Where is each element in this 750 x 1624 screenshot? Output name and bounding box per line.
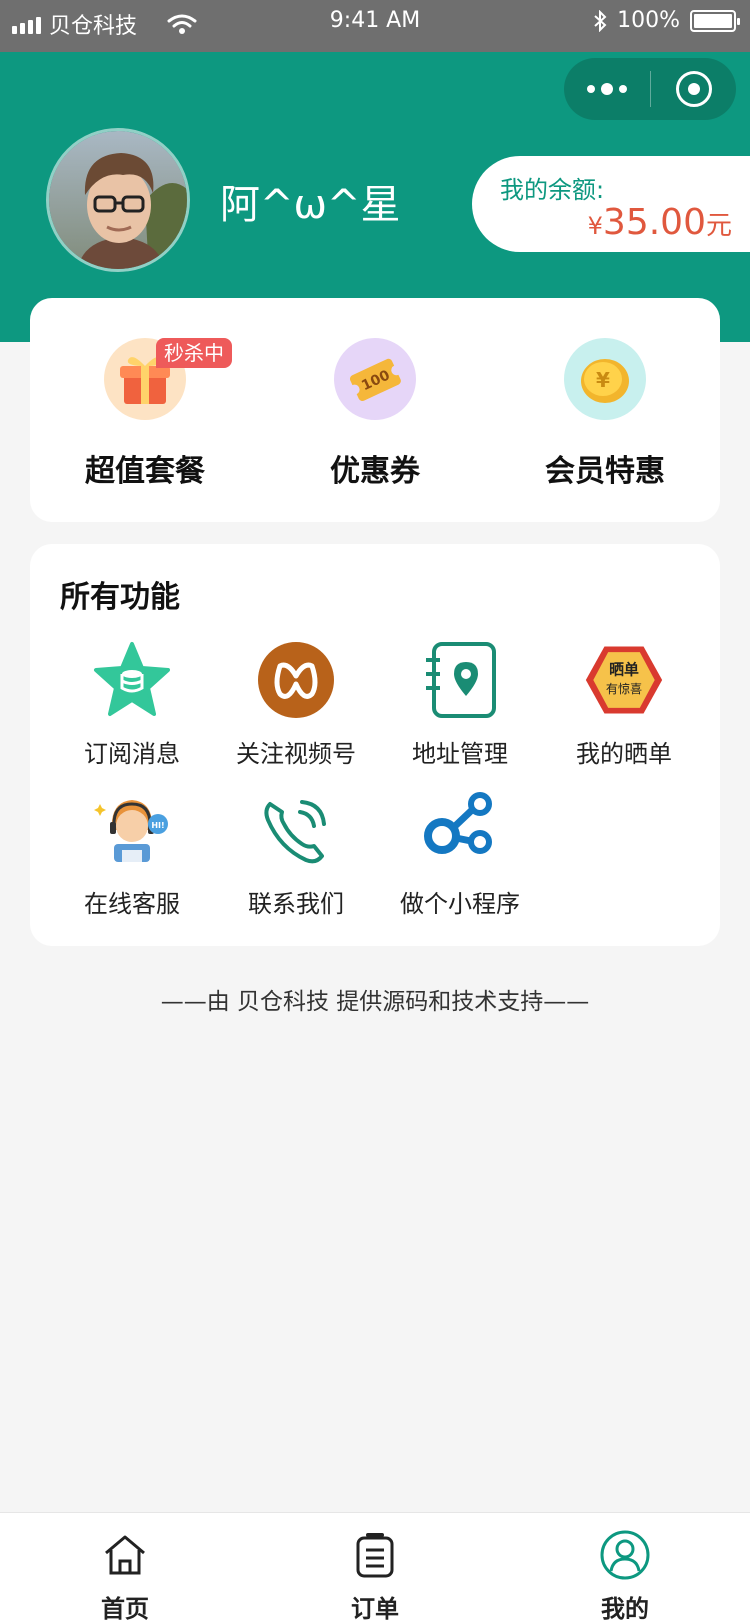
- star-database-icon: [92, 640, 172, 720]
- bottom-tab-bar: 首页 订单 我的: [0, 1512, 750, 1624]
- coin-icon: ¥: [564, 338, 646, 420]
- status-bar: 贝仓科技 9:41 AM 100%: [0, 0, 750, 52]
- avatar-image: [49, 131, 187, 269]
- avatar[interactable]: [46, 128, 190, 272]
- balance-currency: ¥: [587, 212, 603, 240]
- promo-label-package: 超值套餐: [85, 454, 205, 489]
- badge-text-top: 晒单: [609, 660, 639, 678]
- video-channel-icon: [256, 640, 336, 720]
- bluetooth-icon: [594, 9, 607, 32]
- feature-subscribe-message[interactable]: 订阅消息: [46, 640, 218, 780]
- balance-label: 我的余额:: [500, 176, 605, 204]
- phone-icon: [256, 790, 336, 870]
- promo-card: 秒杀中 超值套餐 100 优惠券 ¥ 会员特惠: [30, 298, 720, 522]
- svg-text:¥: ¥: [596, 368, 610, 392]
- tab-home[interactable]: 首页: [0, 1513, 250, 1624]
- order-icon: [349, 1529, 401, 1581]
- feature-my-share[interactable]: 晒单 有惊喜 我的晒单: [538, 640, 710, 780]
- feature-label: 在线客服: [84, 890, 180, 918]
- coupon-icon: 100: [334, 338, 416, 420]
- features-card: 所有功能 订阅消息 关注视频号 地址管理 晒单 有惊喜 我的晒单 HI! 在线客…: [30, 544, 720, 946]
- feature-contact-us[interactable]: 联系我们: [210, 790, 382, 930]
- feature-label: 我的晒单: [576, 740, 672, 768]
- promo-item-package[interactable]: 秒杀中 超值套餐: [30, 298, 260, 522]
- mini-program-capsule: [564, 58, 736, 120]
- feature-label: 关注视频号: [236, 740, 356, 768]
- balance-card[interactable]: 我的余额: ¥35.00元: [472, 156, 750, 252]
- flash-sale-badge: 秒杀中: [156, 338, 232, 368]
- tab-label: 订单: [351, 1595, 399, 1623]
- battery-icon: [690, 9, 740, 32]
- home-icon: [99, 1529, 151, 1581]
- feature-label: 订阅消息: [84, 740, 180, 768]
- tab-label: 首页: [101, 1595, 149, 1623]
- feature-label: 做个小程序: [400, 890, 520, 918]
- powered-by-footer: ——由 贝仓科技 提供源码和技术支持——: [160, 989, 590, 1015]
- feature-online-service[interactable]: HI! 在线客服: [46, 790, 218, 930]
- promo-label-coupon: 优惠券: [330, 454, 420, 489]
- feature-label: 联系我们: [248, 890, 344, 918]
- address-book-icon: [420, 640, 500, 720]
- mini-program-icon: [420, 790, 500, 870]
- balance-value: ¥35.00元: [588, 202, 732, 243]
- close-mini-program-button[interactable]: [651, 58, 736, 120]
- feature-make-mini-program[interactable]: 做个小程序: [374, 790, 546, 930]
- promo-label-member: 会员特惠: [545, 454, 665, 489]
- promo-item-member[interactable]: ¥ 会员特惠: [490, 298, 720, 522]
- promo-item-coupon[interactable]: 100 优惠券: [260, 298, 490, 522]
- profile-icon: [599, 1529, 651, 1581]
- more-menu-button[interactable]: [564, 58, 650, 120]
- target-icon: [675, 71, 712, 107]
- tab-mine[interactable]: 我的: [500, 1513, 750, 1624]
- customer-service-icon: HI!: [92, 790, 172, 870]
- share-order-badge-icon: 晒单 有惊喜: [584, 640, 664, 720]
- feature-address-management[interactable]: 地址管理: [374, 640, 546, 780]
- tab-orders[interactable]: 订单: [250, 1513, 500, 1624]
- battery-percent: 100%: [617, 8, 680, 33]
- hi-bubble-text: HI!: [151, 821, 164, 830]
- balance-amount: 35.00: [602, 202, 706, 243]
- tab-label: 我的: [601, 1595, 649, 1623]
- features-title: 所有功能: [60, 580, 180, 615]
- status-bar-right: 100%: [593, 8, 740, 33]
- feature-video-channel[interactable]: 关注视频号: [210, 640, 382, 780]
- username: 阿^ω^星: [220, 182, 401, 228]
- feature-label: 地址管理: [412, 740, 508, 768]
- badge-text-bottom: 有惊喜: [606, 681, 642, 696]
- balance-unit: 元: [705, 211, 732, 241]
